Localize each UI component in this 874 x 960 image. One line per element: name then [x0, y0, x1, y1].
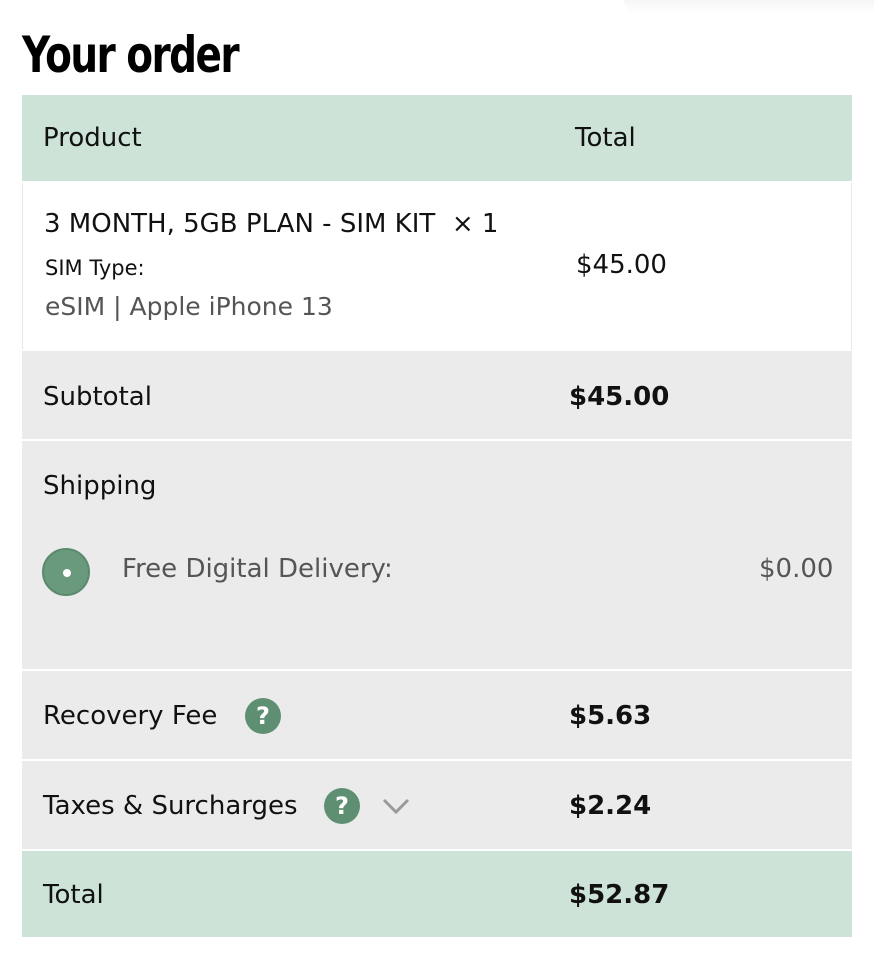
page-title: Your order [22, 26, 240, 84]
subtotal-row: Subtotal $45.00 [22, 351, 852, 441]
question-circle-icon[interactable]: ? [324, 788, 360, 824]
product-name: 3 MONTH, 5GB PLAN - SIM KIT × 1 [44, 209, 498, 239]
order-summary-table: Product Total 3 MONTH, 5GB PLAN - SIM KI… [22, 95, 852, 939]
sim-type-value: eSIM | Apple iPhone 13 [45, 292, 333, 321]
product-row: 3 MONTH, 5GB PLAN - SIM KIT × 1 SIM Type… [22, 183, 852, 351]
shipping-row: Shipping Free Digital Delivery: $0.00 [22, 441, 852, 671]
shipping-option-label[interactable]: Free Digital Delivery: [122, 554, 393, 584]
product-price: $45.00 [576, 250, 667, 280]
recovery-fee-label: Recovery Fee [43, 701, 218, 731]
chevron-down-icon[interactable] [381, 796, 411, 816]
subtotal-value: $45.00 [569, 382, 670, 412]
header-total: Total [575, 123, 636, 153]
shipping-option-radio[interactable] [42, 548, 90, 596]
sim-type-label: SIM Type: [45, 256, 145, 280]
shipping-option-value: $0.00 [759, 554, 834, 584]
subtotal-label: Subtotal [43, 382, 152, 412]
shipping-label: Shipping [43, 471, 157, 501]
total-row: Total $52.87 [22, 851, 852, 939]
product-quantity: × 1 [451, 209, 499, 239]
recovery-fee-row: Recovery Fee ? $5.63 [22, 671, 852, 761]
taxes-value: $2.24 [569, 791, 652, 821]
header-product: Product [43, 123, 142, 153]
recovery-fee-value: $5.63 [569, 701, 652, 731]
taxes-label: Taxes & Surcharges [43, 791, 298, 821]
total-value: $52.87 [569, 880, 670, 910]
taxes-row: Taxes & Surcharges ? $2.24 [22, 761, 852, 851]
top-corner-shadow [624, 0, 874, 14]
product-title: 3 MONTH, 5GB PLAN - SIM KIT [44, 209, 436, 239]
table-header-row: Product Total [22, 95, 852, 183]
total-label: Total [43, 880, 104, 910]
question-circle-icon[interactable]: ? [245, 698, 281, 734]
radio-selected-dot [63, 569, 71, 577]
